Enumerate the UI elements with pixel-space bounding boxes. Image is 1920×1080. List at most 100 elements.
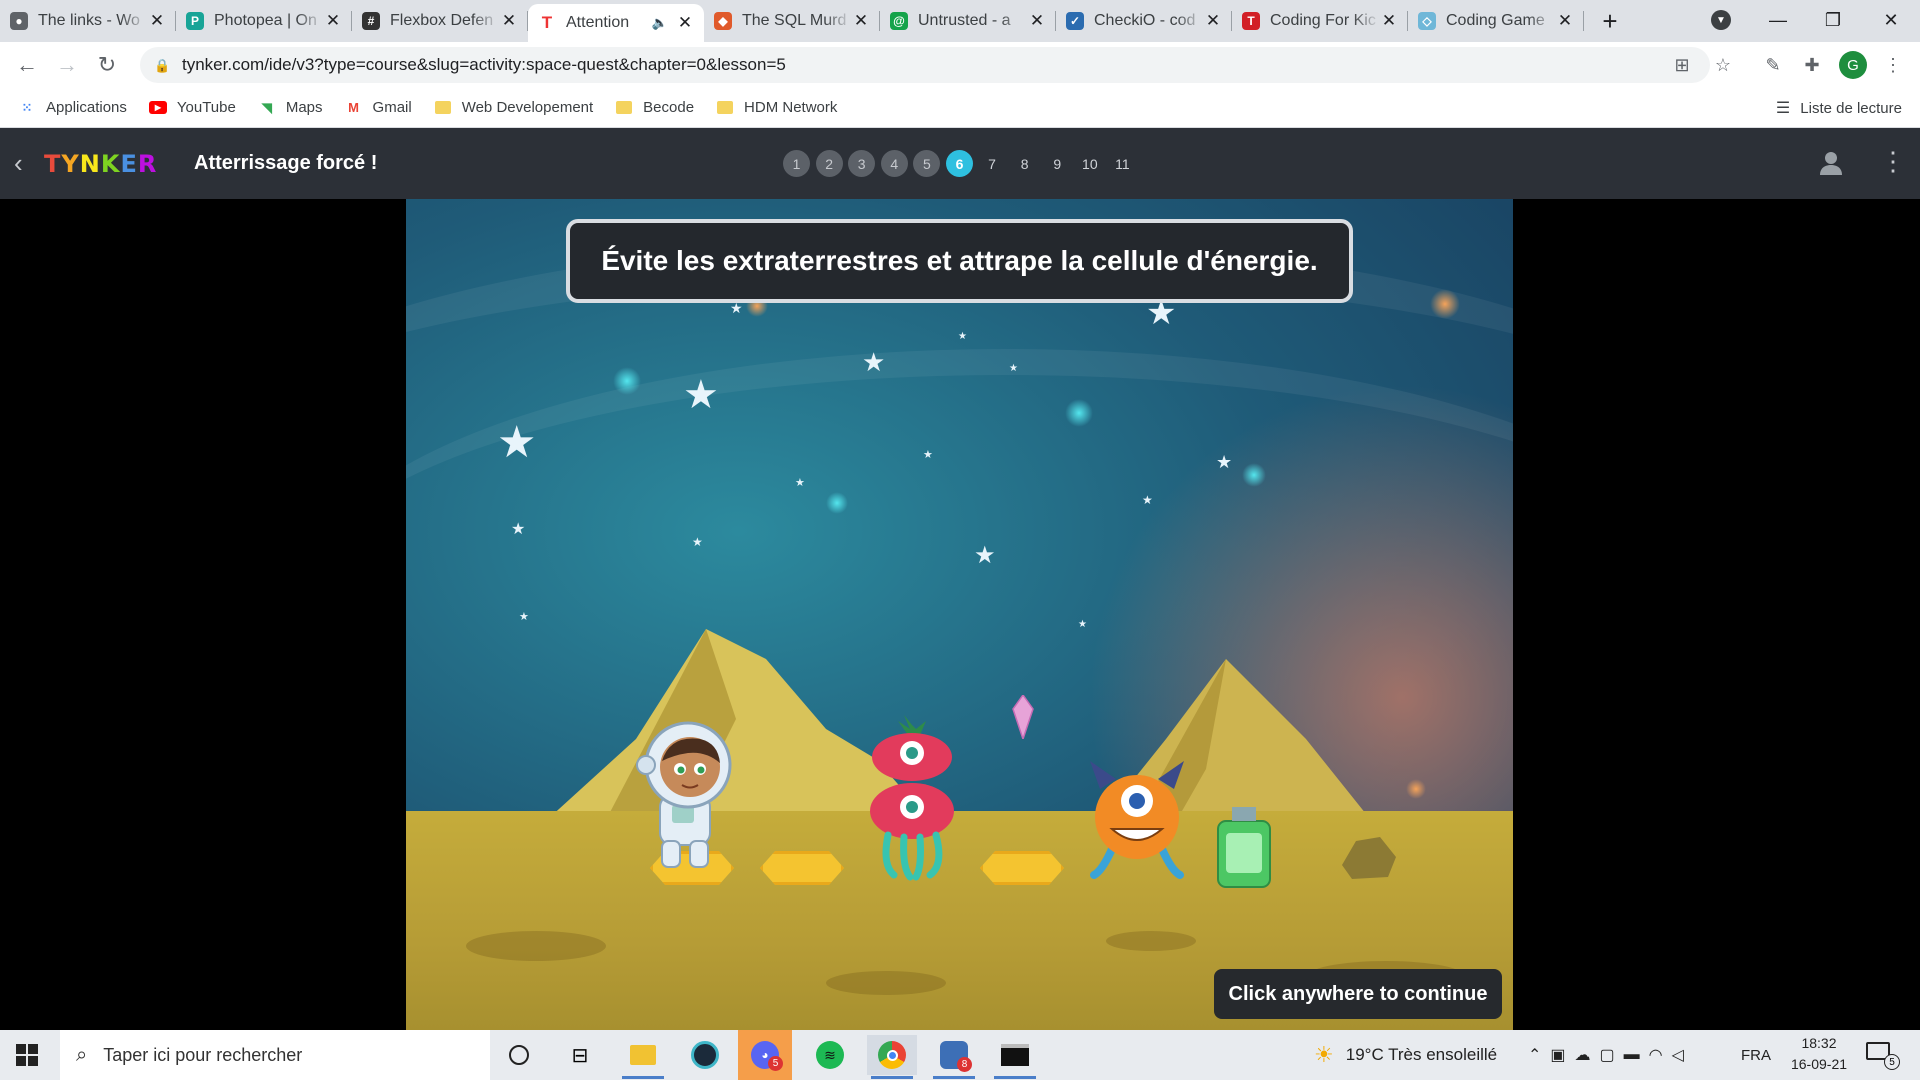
close-icon[interactable]: ✕ — [852, 11, 870, 31]
new-tab-button[interactable]: + — [1590, 6, 1630, 37]
lesson-step-3[interactable]: 3 — [848, 150, 876, 177]
chevron-up-icon[interactable]: ⌃ — [1528, 1045, 1550, 1065]
lesson-step-6[interactable]: 6 — [945, 150, 973, 177]
extension-icon[interactable]: ✎ — [1758, 50, 1788, 80]
bookmark-web-developement[interactable]: Web Developement — [434, 99, 593, 117]
search-icon: ⌕ — [76, 1043, 88, 1066]
minimize-icon[interactable]: ― — [1755, 0, 1801, 40]
task-view-icon[interactable]: ⊟ — [555, 1035, 605, 1075]
language-indicator[interactable]: FRA — [1741, 1030, 1771, 1080]
star: ★ — [862, 347, 886, 377]
browser-tab-active[interactable]: T Attention 🔈 ✕ — [528, 4, 704, 42]
star: ★ — [974, 542, 996, 569]
browser-tab-strip: ● The links - Wo ✕ P Photopea | On ✕ # Flexbo… — [0, 0, 1920, 42]
browser-tab[interactable]: T Coding For Kic ✕ — [1232, 0, 1408, 42]
url-field[interactable]: 🔒 tynker.com/ide/v3?type=course&slug=act… — [140, 47, 1710, 83]
browser-menu-icon[interactable]: ⋮ — [1878, 50, 1908, 80]
back-chevron-icon[interactable]: ‹ — [14, 148, 23, 179]
browser-tab[interactable]: ◇ Coding Game ✕ — [1408, 0, 1584, 42]
tynker-header: ‹ TYNKER Atterrissage forcé ! 1234567891… — [0, 128, 1920, 199]
lesson-step-11[interactable]: 11 — [1109, 150, 1136, 177]
close-icon[interactable]: ✕ — [148, 11, 166, 31]
lesson-step-1[interactable]: 1 — [783, 150, 810, 177]
lesson-step-7[interactable]: 7 — [979, 150, 1006, 177]
lesson-step-10[interactable]: 10 — [1076, 150, 1103, 177]
browser-tab[interactable]: # Flexbox Defen ✕ — [352, 0, 528, 42]
browser-tab[interactable]: P Photopea | On ✕ — [176, 0, 352, 42]
tab-search-icon[interactable]: ▼ — [1698, 0, 1744, 40]
close-icon[interactable]: ✕ — [500, 11, 518, 31]
restore-icon[interactable]: ❐ — [1810, 0, 1856, 40]
reading-list-button[interactable]: ☰ Liste de lecture — [1776, 88, 1902, 128]
translate-icon[interactable]: ⊞ — [1667, 50, 1697, 80]
browser-tab[interactable]: ● The links - Wo ✕ — [0, 0, 176, 42]
tab-title: Coding Game — [1446, 12, 1545, 29]
tab-favicon-icon: @ — [890, 12, 908, 30]
close-icon[interactable]: ✕ — [1556, 11, 1574, 31]
bookmark-gmail[interactable]: M Gmail — [345, 99, 412, 117]
bookmark-star-icon[interactable]: ☆ — [1708, 50, 1738, 80]
continue-button[interactable]: Click anywhere to continue — [1214, 969, 1502, 1019]
more-menu-icon[interactable]: ⋮ — [1880, 146, 1906, 177]
forward-icon[interactable]: → — [47, 45, 87, 85]
glow-orb — [1242, 463, 1266, 487]
tab-favicon-icon: ✓ — [1066, 12, 1084, 30]
lesson-step-8[interactable]: 8 — [1011, 150, 1038, 177]
close-icon[interactable]: ✕ — [676, 13, 694, 33]
battery-icon[interactable]: ▬ — [1624, 1046, 1649, 1064]
chrome-icon[interactable] — [867, 1035, 917, 1079]
reload-icon[interactable]: ↻ — [87, 45, 127, 85]
window-close-icon[interactable]: ✕ — [1868, 0, 1914, 40]
bookmark-applications[interactable]: ⁙ Applications — [18, 99, 127, 117]
avatar[interactable]: G — [1838, 50, 1868, 80]
maps-icon: ◥ — [261, 99, 272, 115]
close-icon[interactable]: ✕ — [1204, 11, 1222, 31]
extensions-puzzle-icon[interactable]: ✚ — [1797, 50, 1827, 80]
close-icon[interactable]: ✕ — [324, 11, 342, 31]
bookmark-maps[interactable]: ◥ Maps — [258, 99, 323, 117]
star: ★ — [692, 535, 703, 549]
file-explorer-icon[interactable] — [618, 1035, 668, 1079]
lesson-step-4[interactable]: 4 — [880, 150, 908, 177]
tab-title: Untrusted - a — [918, 12, 1011, 29]
bookmark-becode[interactable]: Becode — [615, 99, 694, 117]
wifi-icon[interactable]: ◠ — [1649, 1045, 1672, 1065]
notifications-icon[interactable]: 5 — [1866, 1042, 1902, 1070]
bookmark-hdm-network[interactable]: HDM Network — [716, 99, 837, 117]
astronaut-character — [636, 721, 732, 868]
lesson-step-2[interactable]: 2 — [815, 150, 843, 177]
clock[interactable]: 18:32 16-09-21 — [1782, 1033, 1856, 1075]
close-icon[interactable]: ✕ — [1028, 11, 1046, 31]
taskbar-search-field[interactable]: ⌕ Taper ici pour rechercher — [60, 1030, 490, 1080]
lesson-step-9[interactable]: 9 — [1044, 150, 1071, 177]
spotify-icon[interactable]: ≋ — [805, 1035, 855, 1075]
stepping-tile — [760, 851, 844, 885]
cortana-icon[interactable] — [494, 1035, 544, 1075]
lesson-step-5[interactable]: 5 — [913, 150, 941, 177]
tynker-logo[interactable]: TYNKER — [44, 150, 157, 178]
browser-tab[interactable]: ✓ CheckiO - cod ✕ — [1056, 0, 1232, 42]
onedrive-icon[interactable]: ☁ — [1575, 1045, 1600, 1065]
pink-alien-enemy — [870, 715, 954, 881]
game-stage[interactable]: ★ ★ ★ ★ ★ ★ ★ ★ ★ ★ ★ ★ ★ ★ ★ ★ Évite les extraterrestr… — [406, 199, 1513, 1030]
gmail-icon: M — [348, 100, 359, 115]
star: ★ — [958, 331, 967, 342]
chrome-profile-icon[interactable]: 8 — [929, 1035, 979, 1079]
tab-title: Coding For Kic — [1270, 12, 1376, 29]
browser-tab[interactable]: ◆ The SQL Murd ✕ — [704, 0, 880, 42]
back-icon[interactable]: ← — [7, 45, 47, 85]
volume-icon[interactable]: ◁ — [1672, 1045, 1693, 1065]
windows-start-icon[interactable] — [16, 1044, 38, 1066]
user-icon[interactable] — [1818, 150, 1844, 176]
speaker-icon[interactable]: 🔈 — [652, 15, 668, 31]
terminal-icon[interactable] — [990, 1035, 1040, 1079]
bookmark-youtube[interactable]: ▶ YouTube — [148, 99, 236, 117]
weather-widget[interactable]: ☀ 19°C Très ensoleillé — [1314, 1030, 1497, 1080]
meet-icon[interactable]: ▣ — [1550, 1045, 1574, 1065]
close-icon[interactable]: ✕ — [1380, 11, 1398, 31]
discord-icon[interactable]: ◕ 5 — [738, 1030, 792, 1080]
star: ★ — [795, 477, 805, 489]
app-icon[interactable] — [680, 1035, 730, 1075]
screen-icon[interactable]: ▢ — [1600, 1045, 1624, 1065]
browser-tab[interactable]: @ Untrusted - a ✕ — [880, 0, 1056, 42]
